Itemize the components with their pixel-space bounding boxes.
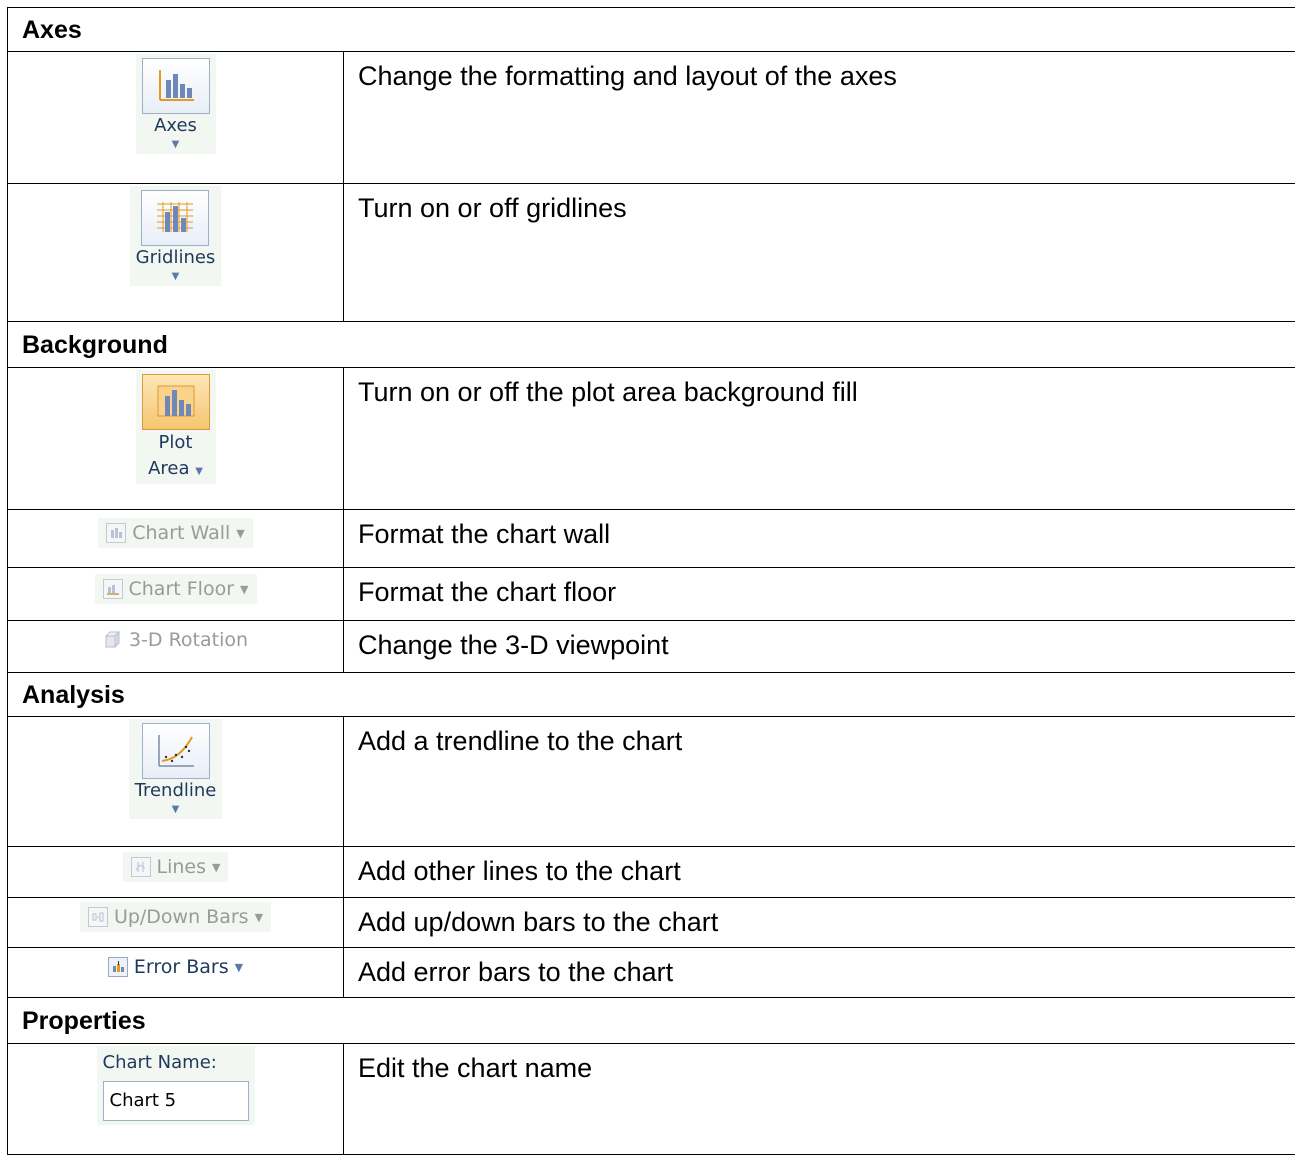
up-down-bars-button[interactable]: Up/Down Bars ▼ bbox=[79, 902, 272, 932]
trendline-button[interactable]: Trendline ▼ bbox=[128, 719, 223, 819]
3d-rotation-description: Change the 3-D viewpoint bbox=[342, 620, 1295, 673]
axes-button[interactable]: Axes ▼ bbox=[135, 54, 216, 154]
error-bars-icon bbox=[107, 957, 128, 977]
chart-name-input[interactable]: Chart 5 bbox=[102, 1081, 249, 1121]
chevron-down-icon: ▼ bbox=[171, 139, 180, 150]
gridlines-button[interactable]: Gridlines ▼ bbox=[129, 186, 222, 286]
error-bars-description: Add error bars to the chart bbox=[342, 947, 1295, 998]
ribbon-reference-table: Axes Axes ▼ Change the formatting and la… bbox=[6, 7, 1295, 1155]
chart-floor-button[interactable]: Chart Floor ▼ bbox=[94, 574, 257, 604]
3d-rotation-button[interactable]: 3-D Rotation bbox=[95, 625, 256, 655]
lines-description: Add other lines to the chart bbox=[342, 846, 1295, 898]
up-down-bars-icon bbox=[87, 907, 108, 927]
lines-icon bbox=[130, 857, 151, 877]
axes-icon bbox=[141, 58, 210, 114]
gridlines-icon bbox=[141, 190, 210, 246]
section-axes: Axes bbox=[6, 7, 1295, 52]
plot-area-icon bbox=[141, 374, 210, 430]
chevron-down-icon: ▼ bbox=[171, 271, 180, 282]
chart-name-description: Edit the chart name bbox=[342, 1043, 1295, 1155]
plot-area-description: Turn on or off the plot area background … bbox=[342, 367, 1295, 510]
chevron-down-icon: ▼ bbox=[171, 804, 180, 815]
section-background: Background bbox=[6, 321, 1295, 368]
chart-name-control: Chart Name: Chart 5 bbox=[96, 1046, 255, 1125]
plot-area-button[interactable]: Plot Area ▼ bbox=[135, 370, 216, 484]
section-properties: Properties bbox=[6, 997, 1295, 1044]
chevron-down-icon: ▼ bbox=[254, 910, 264, 924]
axes-description: Change the formatting and layout of the … bbox=[342, 51, 1295, 184]
trendline-icon bbox=[141, 723, 210, 779]
chart-wall-description: Format the chart wall bbox=[342, 509, 1295, 568]
lines-button[interactable]: Lines ▼ bbox=[122, 852, 229, 882]
chevron-down-icon: ▼ bbox=[212, 860, 221, 874]
chart-wall-icon bbox=[106, 523, 127, 543]
chevron-down-icon: ▼ bbox=[236, 526, 245, 540]
gridlines-description: Turn on or off gridlines bbox=[342, 183, 1295, 322]
chart-wall-button[interactable]: Chart Wall ▼ bbox=[98, 518, 253, 548]
section-analysis: Analysis bbox=[6, 672, 1295, 717]
chart-floor-icon bbox=[102, 579, 123, 599]
error-bars-button[interactable]: Error Bars ▼ bbox=[100, 952, 251, 982]
chevron-down-icon: ▼ bbox=[195, 466, 203, 477]
chevron-down-icon: ▼ bbox=[234, 960, 244, 974]
chevron-down-icon: ▼ bbox=[240, 582, 249, 596]
chart-name-label: Chart Name: bbox=[102, 1052, 217, 1073]
trendline-description: Add a trendline to the chart bbox=[342, 716, 1295, 847]
3d-rotation-icon bbox=[103, 630, 123, 650]
chart-floor-description: Format the chart floor bbox=[342, 567, 1295, 621]
up-down-bars-description: Add up/down bars to the chart bbox=[342, 897, 1295, 948]
